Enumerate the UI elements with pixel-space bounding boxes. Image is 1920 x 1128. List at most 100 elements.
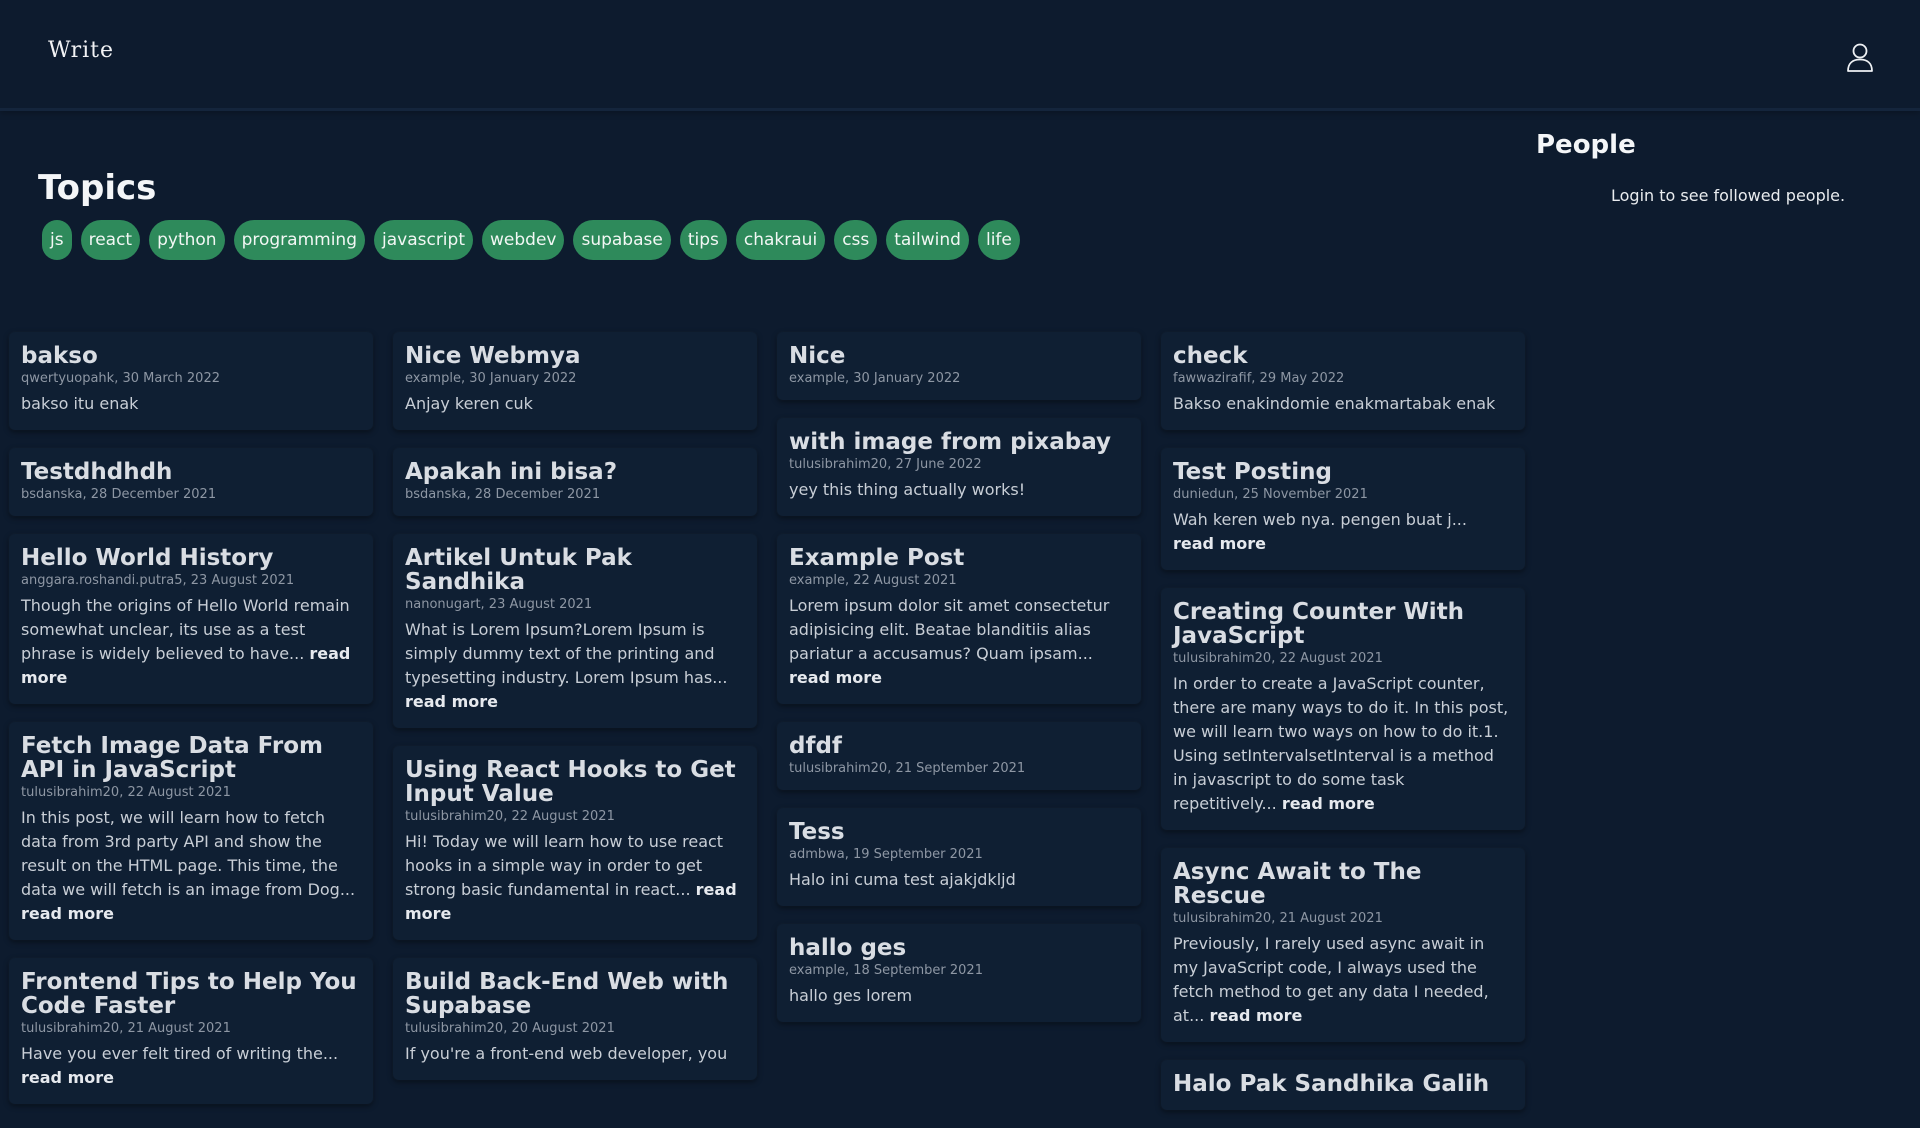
post-card[interactable]: bakso qwertyuopahk, 30 March 2022 bakso it…	[9, 332, 373, 430]
post-excerpt-text: Anjay keren cuk	[405, 394, 533, 413]
read-more-link[interactable]: read more	[21, 1068, 114, 1087]
post-title[interactable]: Halo Pak Sandhika Galih	[1173, 1072, 1513, 1096]
post-author-date: tulusibrahim20, 21 September 2021	[789, 761, 1026, 776]
topic-tag-javascript[interactable]: javascript	[374, 220, 473, 260]
post-excerpt: yey this thing actually works!	[789, 478, 1129, 502]
post-excerpt-text: Hi! Today we will learn how to use react…	[405, 832, 724, 899]
read-more-link[interactable]: read more	[21, 904, 114, 923]
post-author-date: tulusibrahim20, 20 August 2021	[405, 1021, 615, 1036]
topic-tag-webdev[interactable]: webdev	[482, 220, 565, 260]
post-title[interactable]: Example Post	[789, 546, 1129, 570]
post-title[interactable]: bakso	[21, 344, 361, 368]
topic-tag-js[interactable]: js	[42, 220, 72, 260]
post-excerpt-text: bakso itu enak	[21, 394, 139, 413]
post-author-date: example, 30 January 2022	[405, 371, 577, 386]
read-more-link[interactable]: read more	[789, 668, 882, 687]
post-excerpt: If you're a front-end web developer, you	[405, 1042, 745, 1066]
topic-tag-tailwind[interactable]: tailwind	[886, 220, 969, 260]
post-card[interactable]: with image from pixabay tulusibrahim20, 2…	[777, 418, 1141, 516]
topic-tag-tips[interactable]: tips	[679, 220, 727, 260]
post-card[interactable]: Tess admbwa, 19 September 2021 Halo ini cu…	[777, 808, 1141, 906]
people-heading: People	[1536, 130, 1636, 160]
post-title[interactable]: Nice Webmya	[405, 344, 745, 368]
post-card[interactable]: Using React Hooks to Get Input Value tulu…	[393, 746, 757, 940]
post-excerpt: In order to create a JavaScript counter,…	[1173, 672, 1513, 816]
topic-tag-python[interactable]: python	[149, 220, 225, 260]
post-excerpt-text: Lorem ipsum dolor sit amet consectetur a…	[789, 596, 1110, 663]
post-title[interactable]: Fetch Image Data From API in JavaScript	[21, 734, 361, 782]
post-card[interactable]: Hello World History anggara.roshandi.putr…	[9, 534, 373, 704]
post-card[interactable]: Apakah ini bisa? bsdanska, 28 December 20…	[393, 448, 757, 516]
post-card[interactable]: Build Back-End Web with Supabase tulusibr…	[393, 958, 757, 1080]
post-card[interactable]: Creating Counter With JavaScript tulusibr…	[1161, 588, 1525, 830]
top-navbar: Write	[0, 0, 1920, 111]
post-author-date: tulusibrahim20, 22 August 2021	[1173, 651, 1383, 666]
post-excerpt: Have you ever felt tired of writing the.…	[21, 1042, 361, 1090]
post-card[interactable]: Nice example, 30 January 2022	[777, 332, 1141, 400]
read-more-link[interactable]: read more	[1209, 1006, 1302, 1025]
post-excerpt: Wah keren web nya. pengen buat j... read…	[1173, 508, 1513, 556]
post-card[interactable]: Nice Webmya example, 30 January 2022 Anjay…	[393, 332, 757, 430]
post-card[interactable]: Artikel Untuk Pak Sandhika nanonugart, 23…	[393, 534, 757, 728]
post-title[interactable]: with image from pixabay	[789, 430, 1129, 454]
people-login-message: Login to see followed people.	[1611, 186, 1846, 205]
post-card[interactable]: Testdhdhdh bsdanska, 28 December 2021	[9, 448, 373, 516]
post-author-date: fawwazirafif, 29 May 2022	[1173, 371, 1345, 386]
post-excerpt: What is Lorem Ipsum?Lorem Ipsum is simpl…	[405, 618, 745, 714]
post-author-date: nanonugart, 23 August 2021	[405, 597, 593, 612]
post-title[interactable]: Tess	[789, 820, 1129, 844]
topics-heading: Topics	[38, 168, 157, 208]
post-title[interactable]: hallo ges	[789, 936, 1129, 960]
post-title[interactable]: Testdhdhdh	[21, 460, 361, 484]
post-author-date: qwertyuopahk, 30 March 2022	[21, 371, 220, 386]
post-title[interactable]: Frontend Tips to Help You Code Faster	[21, 970, 361, 1018]
post-author-date: tulusibrahim20, 21 August 2021	[1173, 911, 1383, 926]
read-more-link[interactable]: read more	[405, 692, 498, 711]
post-column-2: Nice Webmya example, 30 January 2022 Anjay…	[393, 332, 757, 1098]
user-icon[interactable]	[1843, 40, 1877, 74]
post-title[interactable]: Apakah ini bisa?	[405, 460, 745, 484]
post-author-date: example, 22 August 2021	[789, 573, 957, 588]
topic-tags: js react python programming javascript webdev…	[42, 220, 1020, 260]
post-author-date: tulusibrahim20, 21 August 2021	[21, 1021, 231, 1036]
post-title[interactable]: check	[1173, 344, 1513, 368]
post-card[interactable]: Frontend Tips to Help You Code Faster tul…	[9, 958, 373, 1104]
post-column-4: check fawwazirafif, 29 May 2022 Bakso enak…	[1161, 332, 1525, 1128]
post-title[interactable]: Test Posting	[1173, 460, 1513, 484]
post-card[interactable]: dfdf tulusibrahim20, 21 September 2021	[777, 722, 1141, 790]
read-more-link[interactable]: read more	[1282, 794, 1375, 813]
topic-tag-react[interactable]: react	[80, 220, 141, 260]
post-author-date: tulusibrahim20, 22 August 2021	[405, 809, 615, 824]
post-card[interactable]: Fetch Image Data From API in JavaScript t…	[9, 722, 373, 940]
post-excerpt: Though the origins of Hello World remain…	[21, 594, 361, 690]
post-excerpt-text: Bakso enakindomie enakmartabak enak	[1173, 394, 1496, 413]
post-card[interactable]: Halo Pak Sandhika Galih	[1161, 1060, 1525, 1110]
topic-tag-css[interactable]: css	[834, 220, 878, 260]
topic-tag-supabase[interactable]: supabase	[573, 220, 671, 260]
post-title[interactable]: Using React Hooks to Get Input Value	[405, 758, 745, 806]
post-card[interactable]: Example Post example, 22 August 2021 Lorem…	[777, 534, 1141, 704]
post-title[interactable]: Nice	[789, 344, 1129, 368]
post-card[interactable]: Async Await to The Rescue tulusibrahim20,…	[1161, 848, 1525, 1042]
post-title[interactable]: Build Back-End Web with Supabase	[405, 970, 745, 1018]
post-title[interactable]: Creating Counter With JavaScript	[1173, 600, 1513, 648]
read-more-link[interactable]: read more	[1173, 534, 1266, 553]
post-card[interactable]: Test Posting duniedun, 25 November 2021 Wa…	[1161, 448, 1525, 570]
post-title[interactable]: Async Await to The Rescue	[1173, 860, 1513, 908]
topic-tag-programming[interactable]: programming	[233, 220, 365, 260]
post-title[interactable]: dfdf	[789, 734, 1129, 758]
post-author-date: duniedun, 25 November 2021	[1173, 487, 1368, 502]
post-excerpt-text: Have you ever felt tired of writing the.…	[21, 1044, 339, 1063]
post-author-date: tulusibrahim20, 27 June 2022	[789, 457, 982, 472]
post-excerpt-text: In this post, we will learn how to fetch…	[21, 808, 356, 899]
post-card[interactable]: hallo ges example, 18 September 2021 hallo…	[777, 924, 1141, 1022]
post-card[interactable]: check fawwazirafif, 29 May 2022 Bakso enak…	[1161, 332, 1525, 430]
post-excerpt: Halo ini cuma test ajakjdkljd	[789, 868, 1129, 892]
topic-tag-chakraui[interactable]: chakraui	[735, 220, 826, 260]
write-link[interactable]: Write	[48, 38, 114, 63]
post-title[interactable]: Hello World History	[21, 546, 361, 570]
post-author-date: admbwa, 19 September 2021	[789, 847, 983, 862]
topic-tag-life[interactable]: life	[977, 220, 1020, 260]
post-title[interactable]: Artikel Untuk Pak Sandhika	[405, 546, 745, 594]
post-column-1: bakso qwertyuopahk, 30 March 2022 bakso it…	[9, 332, 373, 1122]
